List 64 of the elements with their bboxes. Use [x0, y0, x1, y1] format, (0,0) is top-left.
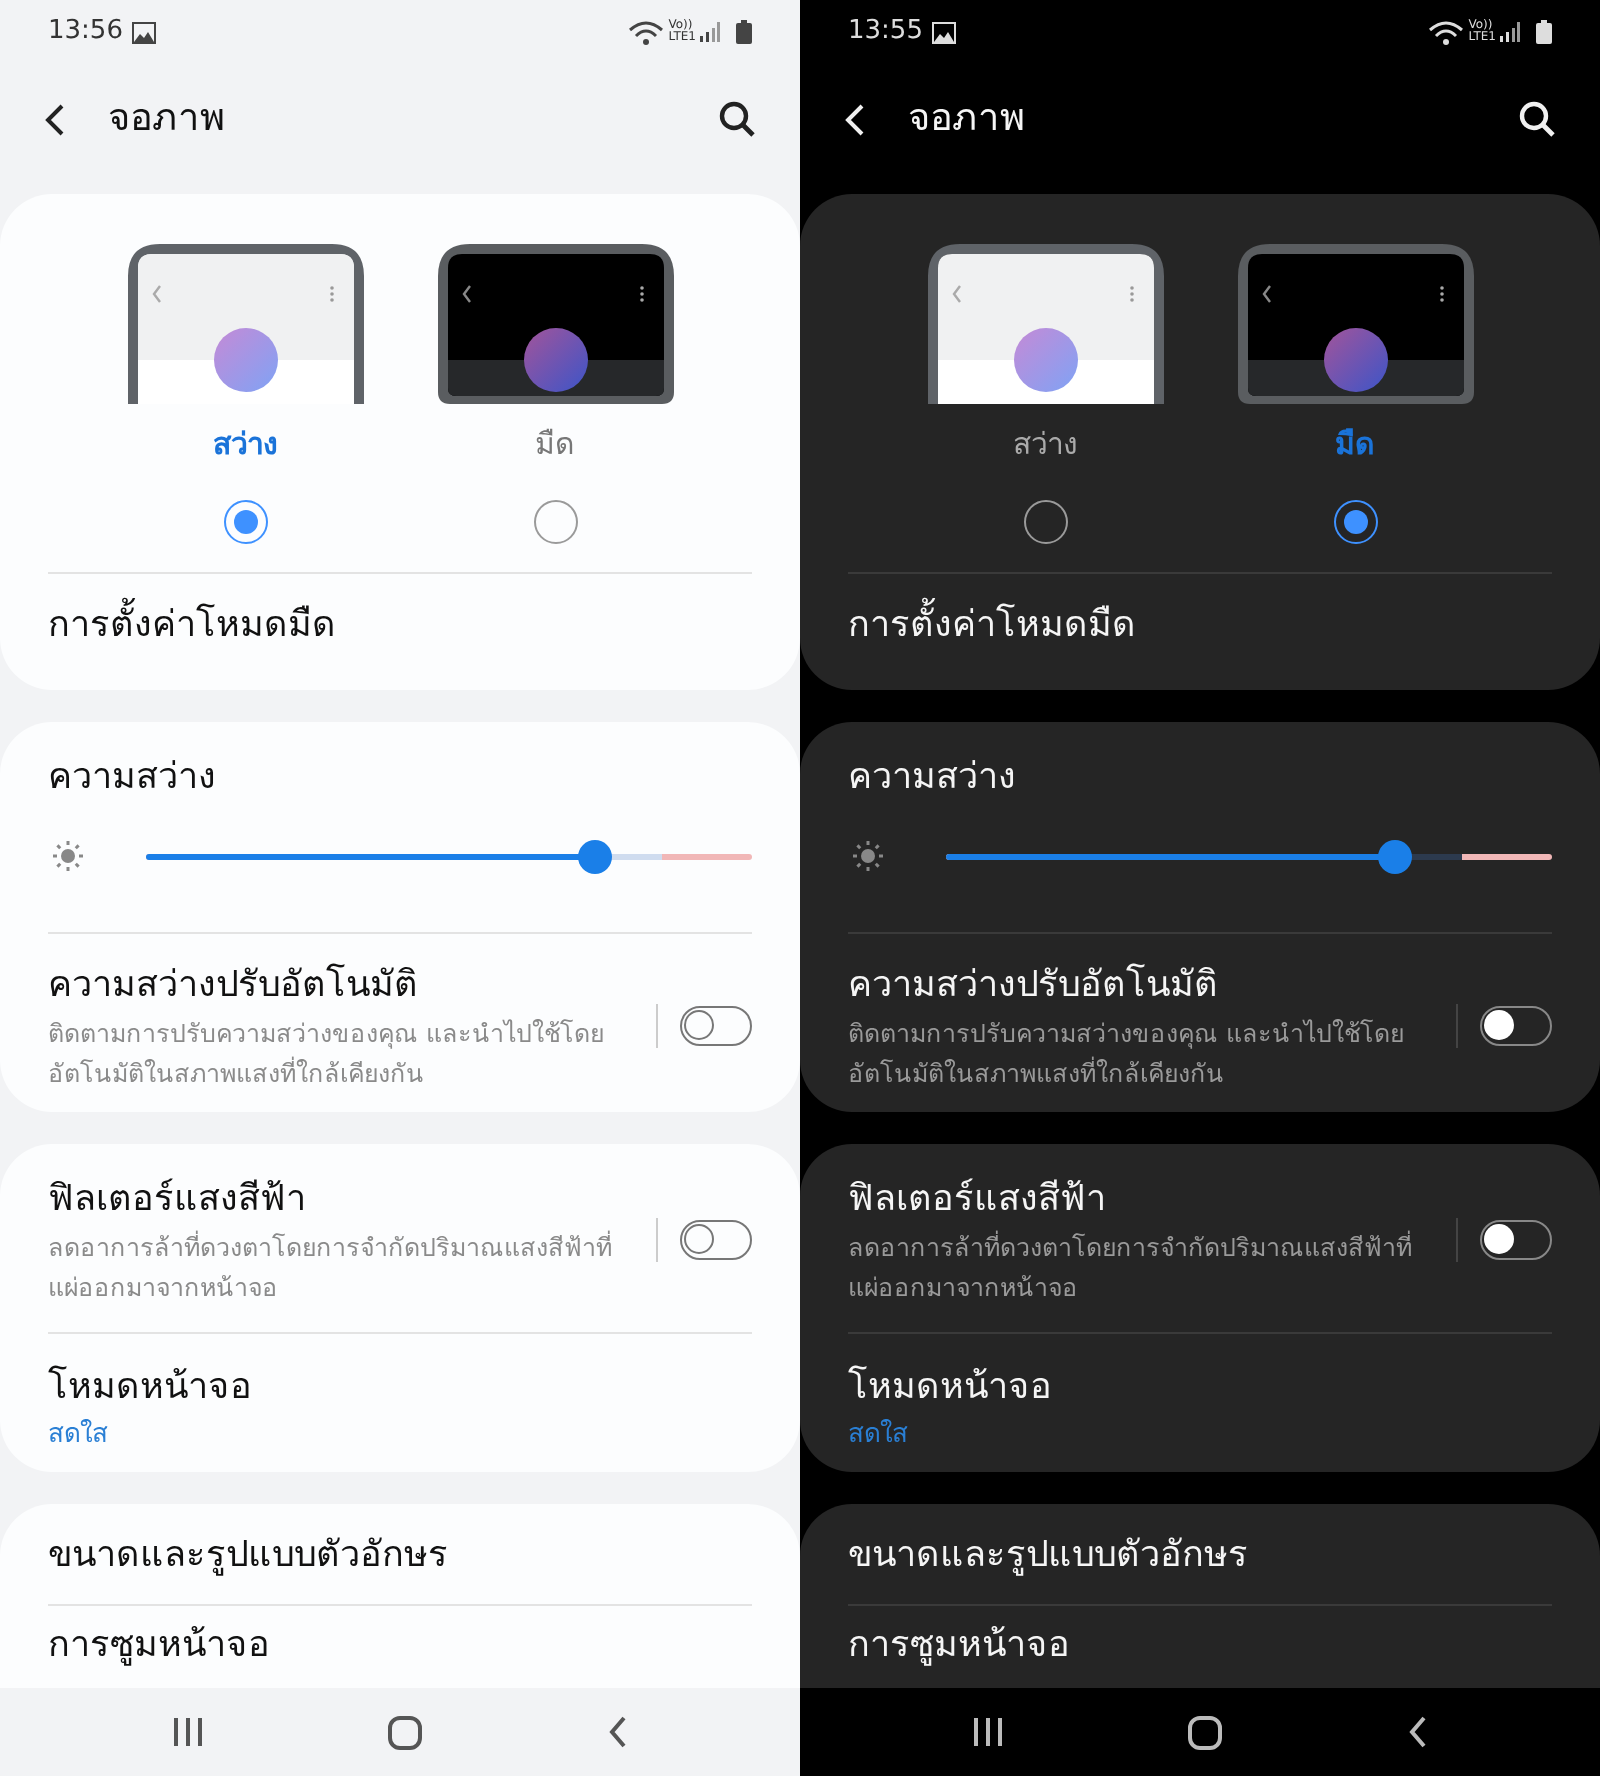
back-icon[interactable] — [44, 101, 68, 137]
battery-icon — [736, 20, 752, 44]
signal-icon — [700, 22, 720, 42]
setting-description: ติดตามการปรับความสว่างของคุณ และนำไปใช้โดยอัตโนมัติในสภาพแสงที่ใกล้เคียงกัน — [48, 1016, 606, 1092]
setting-value: สดใส — [48, 1417, 110, 1454]
setting-description: ติดตามการปรับความสว่างของคุณ และนำไปใช้โดยอัตโนมัติในสภาพแสงที่ใกล้เคียงกัน — [848, 1016, 1406, 1092]
theme-preview-drawing[interactable] — [1237, 244, 1473, 404]
setting-title[interactable]: ฟิลเตอร์แสงสีฟ้า — [48, 1172, 656, 1228]
setting-title[interactable]: การตั้งค่าโหมดมืด — [848, 598, 1552, 652]
status-time: 13:55 — [848, 14, 923, 51]
back-icon[interactable] — [607, 1716, 628, 1748]
toggle-switch[interactable] — [680, 1006, 752, 1046]
brightness-slider[interactable] — [146, 839, 752, 873]
sun-icon — [52, 840, 84, 872]
setting-title[interactable]: ขนาดและรูปแบบตัวอักษร — [48, 1530, 752, 1582]
setting-value: สดใส — [848, 1417, 910, 1454]
status-time: 13:56 — [48, 14, 123, 51]
theme-preview-drawing[interactable] — [127, 244, 363, 404]
gallery-icon — [132, 21, 157, 43]
theme-label: มืด — [1335, 424, 1375, 466]
radio-button[interactable] — [533, 500, 577, 544]
setting-title[interactable]: การซูมหน้าจอ — [48, 1620, 752, 1672]
home-icon[interactable] — [1188, 1715, 1223, 1749]
setting-title[interactable]: ขนาดและรูปแบบตัวอักษร — [848, 1530, 1552, 1582]
home-icon[interactable] — [388, 1715, 423, 1749]
theme-preview-drawing[interactable] — [927, 244, 1163, 404]
sun-icon — [852, 840, 884, 872]
setting-description: ลดอาการล้าที่ดวงตาโดยการจำกัดปริมาณแสงสีฟ้าที่แผ่ออกมาจากหน้าจอ — [848, 1228, 1414, 1306]
back-icon[interactable] — [844, 101, 868, 137]
page-title: จอภาพ — [908, 94, 1028, 145]
radio-button[interactable] — [1333, 500, 1377, 544]
setting-title[interactable]: ความสว่างปรับอัตโนมัติ — [48, 958, 656, 1014]
setting-title: ความสว่าง — [848, 754, 1018, 802]
setting-title[interactable]: ความสว่างปรับอัตโนมัติ — [848, 958, 1456, 1014]
signal-icon — [1500, 22, 1520, 42]
theme-label: สว่าง — [1013, 424, 1077, 466]
wifi-icon — [1428, 19, 1465, 45]
page-title: จอภาพ — [108, 94, 228, 145]
setting-description: ลดอาการล้าที่ดวงตาโดยการจำกัดปริมาณแสงสีฟ้าที่แผ่ออกมาจากหน้าจอ — [48, 1228, 614, 1306]
theme-label: มืด — [535, 424, 575, 466]
brightness-slider[interactable] — [946, 839, 1552, 873]
toggle-switch[interactable] — [1480, 1006, 1552, 1046]
radio-button[interactable] — [1023, 500, 1067, 544]
theme-label: สว่าง — [213, 424, 277, 466]
slider-thumb[interactable] — [578, 839, 613, 873]
recent-apps-icon[interactable] — [172, 1718, 205, 1746]
search-icon[interactable] — [718, 100, 756, 138]
setting-title[interactable]: ฟิลเตอร์แสงสีฟ้า — [848, 1172, 1456, 1228]
setting-title[interactable]: โหมดหน้าจอ — [848, 1360, 1552, 1416]
battery-icon — [1536, 20, 1552, 44]
radio-button[interactable] — [223, 500, 267, 544]
wifi-icon — [628, 19, 665, 45]
setting-title[interactable]: การซูมหน้าจอ — [848, 1620, 1552, 1672]
recent-apps-icon[interactable] — [972, 1718, 1005, 1746]
back-icon[interactable] — [1407, 1716, 1428, 1748]
toggle-switch[interactable] — [680, 1220, 752, 1260]
search-icon[interactable] — [1518, 100, 1556, 138]
toggle-switch[interactable] — [1480, 1220, 1552, 1260]
setting-title[interactable]: โหมดหน้าจอ — [48, 1360, 752, 1416]
setting-title: ความสว่าง — [48, 754, 218, 802]
setting-title[interactable]: การตั้งค่าโหมดมืด — [48, 598, 752, 652]
slider-thumb[interactable] — [1378, 839, 1413, 873]
gallery-icon — [932, 21, 957, 43]
theme-preview-drawing[interactable] — [437, 244, 673, 404]
